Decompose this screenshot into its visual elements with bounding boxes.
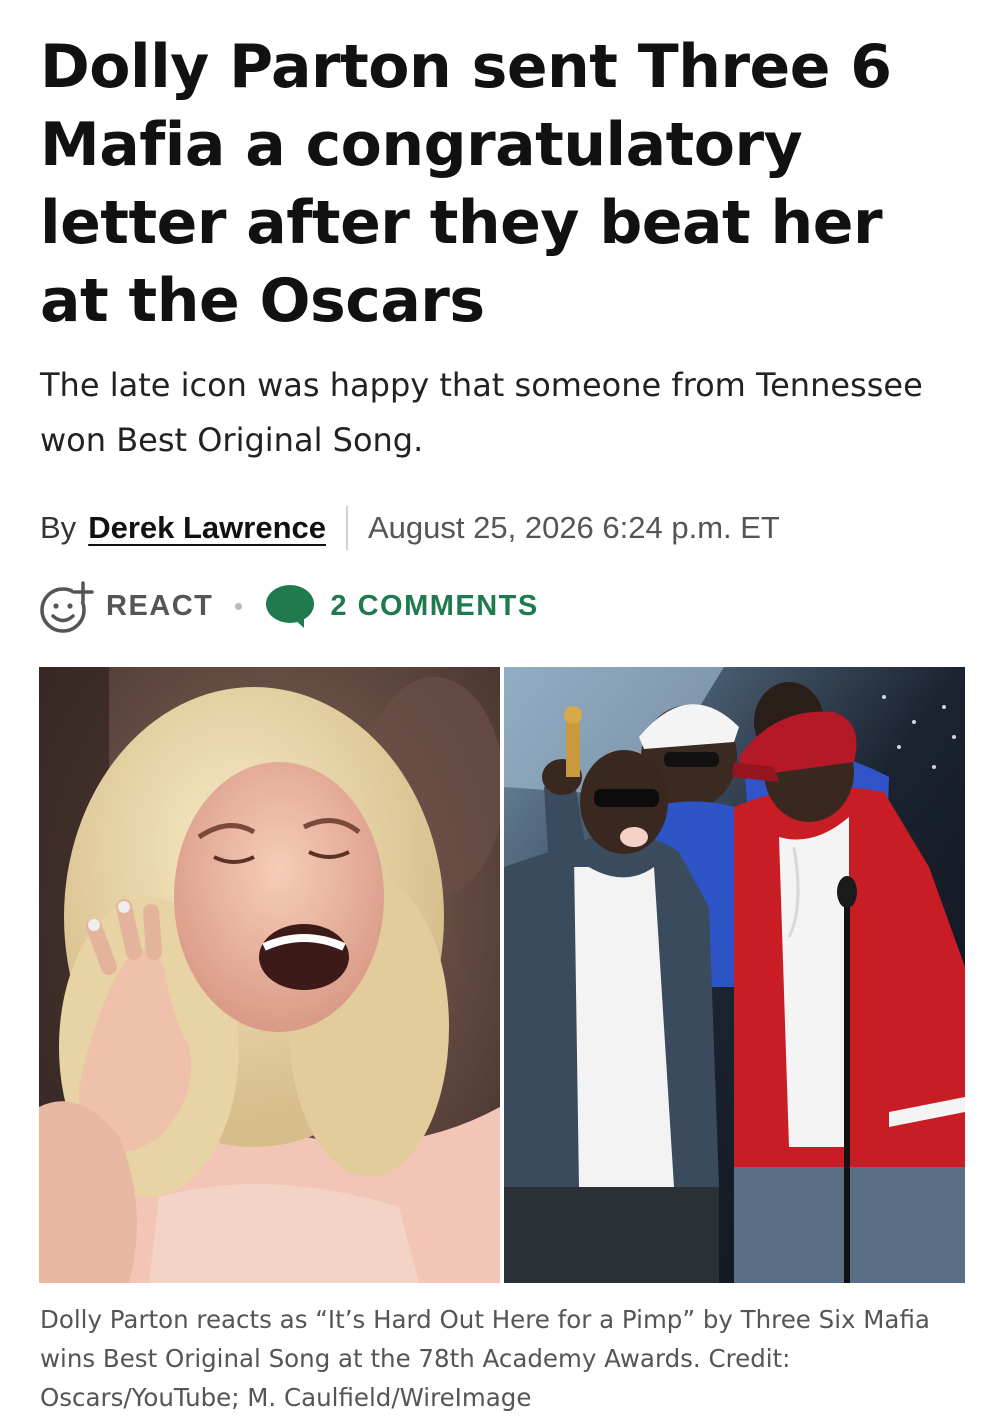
three-6-mafia-photo: [504, 667, 965, 1283]
article-actions: REACT 2 COMMENTS: [38, 574, 539, 638]
byline-prefix: By: [40, 510, 77, 545]
publish-date: August 25, 2026 6:24 p.m. ET: [368, 510, 780, 545]
comments-button[interactable]: 2 COMMENTS: [264, 583, 538, 629]
comments-label: 2 COMMENTS: [330, 589, 539, 622]
speech-bubble-icon: [266, 585, 315, 628]
article-headline: Dolly Parton sent Three 6 Mafia a congra…: [40, 32, 892, 336]
separator-dot: [235, 602, 243, 610]
dolly-parton-image: [39, 667, 500, 1283]
three-6-mafia-image: [504, 667, 965, 1283]
smiley-plus-icon: [40, 581, 94, 633]
author-link[interactable]: Derek Lawrence: [88, 510, 326, 546]
react-button[interactable]: REACT: [38, 576, 213, 636]
byline-divider: [346, 506, 348, 550]
article-dek: The late icon was happy that someone fro…: [40, 366, 923, 459]
dolly-parton-photo: [39, 667, 500, 1283]
photo-caption: Dolly Parton reacts as “It’s Hard Out He…: [40, 1305, 930, 1412]
byline: By Derek Lawrence August 25, 2026 6:24 p…: [40, 505, 780, 551]
react-label: REACT: [106, 589, 214, 622]
